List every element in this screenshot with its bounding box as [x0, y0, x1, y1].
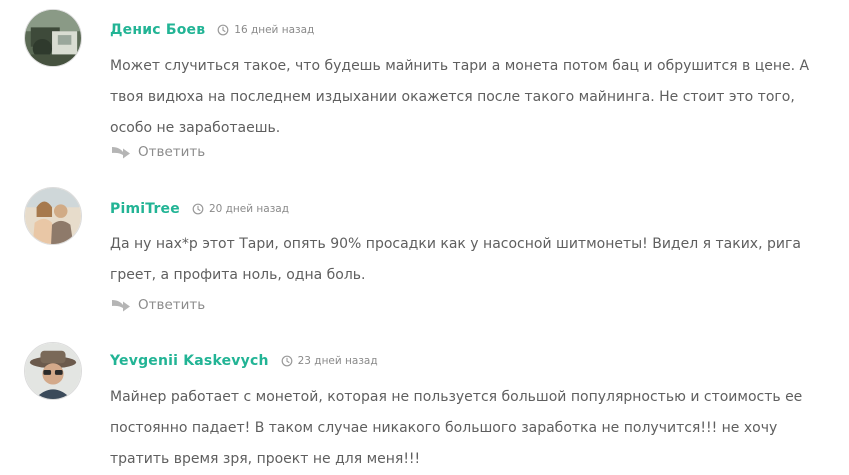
- clock-icon: [192, 203, 204, 215]
- author-name[interactable]: Денис Боев: [110, 22, 205, 38]
- comment-text: Да ну нах*р этот Тари, опять 90% просадк…: [110, 236, 801, 283]
- reply-label: Ответить: [138, 144, 206, 160]
- avatar[interactable]: [24, 187, 82, 245]
- avatar[interactable]: [24, 9, 82, 67]
- reply-arrow-icon: [111, 297, 131, 313]
- avatar-image: [25, 10, 81, 66]
- comment-text: Майнер работает с монетой, которая не по…: [110, 389, 803, 467]
- reply-button[interactable]: Ответить: [111, 142, 205, 162]
- author-name[interactable]: Yevgenii Kaskevych: [110, 353, 269, 369]
- comment-text: Может случиться такое, что будешь майнит…: [110, 58, 810, 136]
- comment-meta: PimiTree 20 дней назад: [110, 199, 289, 219]
- avatar-image: [25, 188, 81, 244]
- comment-meta: Денис Боев 16 дней назад: [110, 20, 314, 40]
- avatar-image: [25, 343, 81, 399]
- reply-label: Ответить: [138, 297, 206, 313]
- author-name[interactable]: PimiTree: [110, 201, 180, 217]
- comment-date[interactable]: 23 дней назад: [298, 355, 378, 367]
- avatar[interactable]: [24, 342, 82, 400]
- clock-icon: [281, 355, 293, 367]
- comment-date[interactable]: 20 дней назад: [209, 203, 289, 215]
- comment-date[interactable]: 16 дней назад: [234, 24, 314, 36]
- reply-arrow-icon: [111, 144, 131, 160]
- comment-meta: Yevgenii Kaskevych 23 дней назад: [110, 351, 378, 371]
- reply-button[interactable]: Ответить: [111, 295, 205, 315]
- clock-icon: [217, 24, 229, 36]
